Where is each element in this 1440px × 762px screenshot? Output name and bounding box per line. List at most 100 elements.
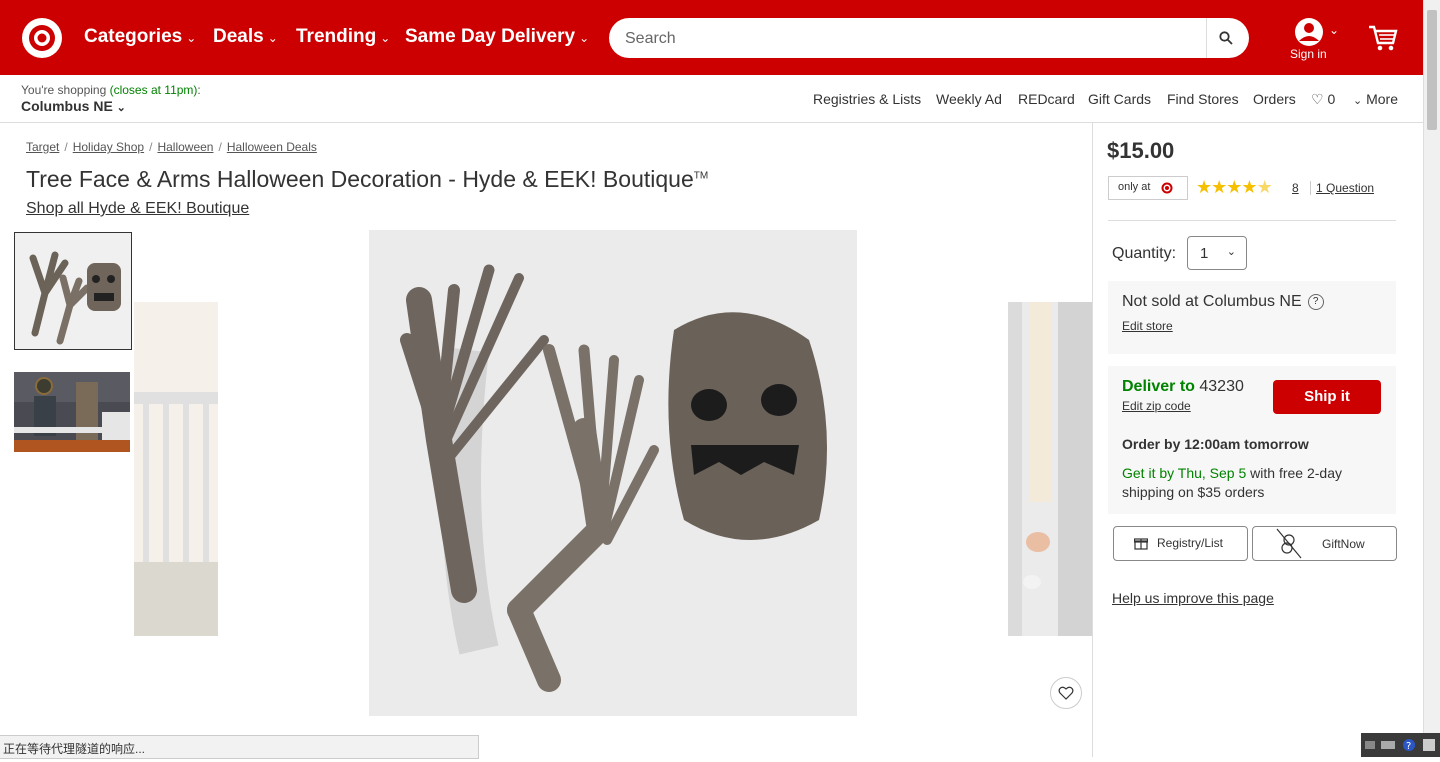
- product-title-text: Tree Face & Arms Halloween Decoration - …: [26, 166, 694, 192]
- target-logo-icon[interactable]: [21, 17, 63, 59]
- only-at-label: only at: [1118, 181, 1151, 193]
- target-logo-icon: [1161, 182, 1173, 194]
- breadcrumb-item[interactable]: Holiday Shop: [73, 140, 144, 154]
- product-thumbnail-image: [15, 233, 131, 349]
- chevron-down-icon: ⌄: [579, 31, 590, 45]
- star-icon: ★: [1211, 177, 1227, 197]
- search-bar: [609, 18, 1249, 58]
- link-redcard[interactable]: REDcard: [1018, 91, 1075, 107]
- registry-list-button[interactable]: Registry/List: [1113, 526, 1248, 561]
- breadcrumb-item[interactable]: Target: [26, 140, 59, 154]
- giftnow-label: GiftNow: [1322, 537, 1365, 551]
- faded-porch-image: [134, 302, 218, 636]
- link-gift-cards[interactable]: Gift Cards: [1088, 91, 1151, 107]
- nav-label: Categories: [84, 26, 183, 47]
- favorite-button[interactable]: [1050, 677, 1082, 709]
- porch-thumbnail-image: [14, 372, 130, 452]
- user-icon: [1295, 18, 1323, 46]
- status-bar: 正在等待代理隧道的响应...: [0, 735, 479, 759]
- thumbnail-2[interactable]: [14, 372, 130, 452]
- nav-trending[interactable]: Trending ⌄: [296, 26, 390, 48]
- only-at-target-badge: only at: [1108, 176, 1188, 200]
- giftnow-icon: [1276, 528, 1302, 559]
- rating-stars[interactable]: ★★★★★: [1196, 177, 1273, 198]
- nav-categories[interactable]: Categories ⌄: [84, 26, 196, 48]
- search-icon: [1219, 31, 1233, 45]
- deliver-zip: 43230: [1199, 378, 1244, 395]
- help-icon[interactable]: ?: [1307, 293, 1324, 310]
- more-label: More: [1366, 91, 1399, 107]
- star-icon: ★: [1241, 177, 1257, 197]
- nav-label: Deals: [213, 26, 264, 47]
- carousel-prev-image[interactable]: [134, 302, 218, 636]
- edit-store-link[interactable]: Edit store: [1122, 319, 1173, 333]
- store-hours: (closes at 11pm): [109, 83, 198, 97]
- main-product-image[interactable]: [369, 230, 857, 716]
- breadcrumb-separator: /: [218, 140, 222, 154]
- heart-icon: ♡: [1311, 91, 1324, 107]
- carousel-next-image[interactable]: [1008, 302, 1092, 636]
- tree-arms-face-image: [369, 230, 857, 716]
- help-improve-link[interactable]: Help us improve this page: [1112, 590, 1274, 606]
- product-price: $15.00: [1107, 138, 1175, 163]
- status-text: 正在等待代理隧道的响应...: [3, 742, 146, 756]
- half-star-icon: ★: [1256, 177, 1273, 197]
- store-selector[interactable]: Columbus NE ⌄: [21, 98, 126, 114]
- breadcrumb: Target / Holiday Shop / Halloween / Halloween …: [26, 140, 317, 154]
- quantity-label: Quantity:: [1112, 245, 1177, 262]
- chevron-down-icon: ⌄: [1226, 246, 1236, 258]
- top-header: Categories ⌄ Deals ⌄ Trending ⌄ Same Day De…: [0, 0, 1423, 75]
- chevron-down-icon: ⌄: [116, 102, 126, 114]
- scrollbar[interactable]: [1423, 0, 1440, 757]
- thumbnail-1[interactable]: [14, 232, 132, 350]
- delivery-estimate: Get it by Thu, Sep 5 with free 2-day shi…: [1122, 464, 1362, 502]
- questions-link[interactable]: 1 Question: [1310, 181, 1374, 195]
- breadcrumb-item[interactable]: Halloween: [157, 140, 213, 154]
- chevron-down-icon: ⌄: [380, 31, 391, 45]
- shop-all-brand-link[interactable]: Shop all Hyde & EEK! Boutique: [26, 200, 249, 218]
- svg-text:?: ?: [1406, 741, 1411, 752]
- chevron-down-icon: ⌄: [1329, 23, 1340, 37]
- favorites-count: 0: [1327, 91, 1336, 107]
- ship-it-button[interactable]: Ship it: [1273, 380, 1381, 414]
- store-availability-box: Not sold at Columbus NE? Edit store: [1108, 281, 1396, 354]
- trademark-mark: TM: [693, 170, 709, 182]
- system-tray: ?: [1361, 733, 1440, 757]
- store-name: Columbus NE: [21, 98, 113, 114]
- breadcrumb-item[interactable]: Halloween Deals: [227, 140, 317, 154]
- sign-in-button[interactable]: ⌄ Sign in: [1287, 17, 1347, 63]
- link-orders[interactable]: Orders: [1253, 91, 1296, 107]
- shipping-box: Deliver to 43230 Edit zip code Ship it O…: [1108, 366, 1396, 514]
- more-menu[interactable]: ⌄ More: [1353, 91, 1398, 107]
- quantity-value: 1: [1200, 245, 1209, 262]
- link-weekly-ad[interactable]: Weekly Ad: [936, 91, 1002, 107]
- quantity-select[interactable]: 1 ⌄: [1187, 236, 1247, 270]
- link-find-stores[interactable]: Find Stores: [1167, 91, 1239, 107]
- search-input[interactable]: [623, 27, 1207, 51]
- favorites-link[interactable]: ♡ 0: [1311, 91, 1335, 108]
- star-icon: ★: [1226, 177, 1242, 197]
- giftnow-button[interactable]: GiftNow: [1252, 526, 1397, 561]
- breadcrumb-separator: /: [149, 140, 153, 154]
- star-icon: ★: [1196, 177, 1212, 197]
- chevron-down-icon: ⌄: [186, 31, 197, 45]
- utility-bar: You're shopping (closes at 11pm): Columb…: [0, 75, 1423, 123]
- store-status: You're shopping (closes at 11pm):: [21, 83, 201, 97]
- nav-deals[interactable]: Deals ⌄: [213, 26, 278, 48]
- scrollbar-thumb[interactable]: [1427, 10, 1437, 130]
- search-button[interactable]: [1206, 18, 1249, 58]
- cart-icon[interactable]: [1368, 24, 1398, 52]
- chevron-down-icon: ⌄: [1353, 95, 1363, 107]
- delivery-date: Get it by Thu, Sep 5: [1122, 465, 1247, 481]
- divider: [1108, 220, 1396, 221]
- review-count-link[interactable]: 8: [1292, 181, 1299, 195]
- link-registries[interactable]: Registries & Lists: [813, 91, 921, 107]
- nav-label: Same Day Delivery: [405, 26, 576, 47]
- gift-icon: [1134, 538, 1148, 550]
- not-sold-text: Not sold at Columbus NE: [1122, 293, 1302, 310]
- edit-zip-link[interactable]: Edit zip code: [1122, 399, 1191, 413]
- heart-icon: [1058, 686, 1074, 700]
- keyboard-icon: ?: [1365, 739, 1435, 752]
- nav-same-day-delivery[interactable]: Same Day Delivery ⌄: [405, 26, 589, 48]
- not-sold-message: Not sold at Columbus NE?: [1122, 293, 1324, 311]
